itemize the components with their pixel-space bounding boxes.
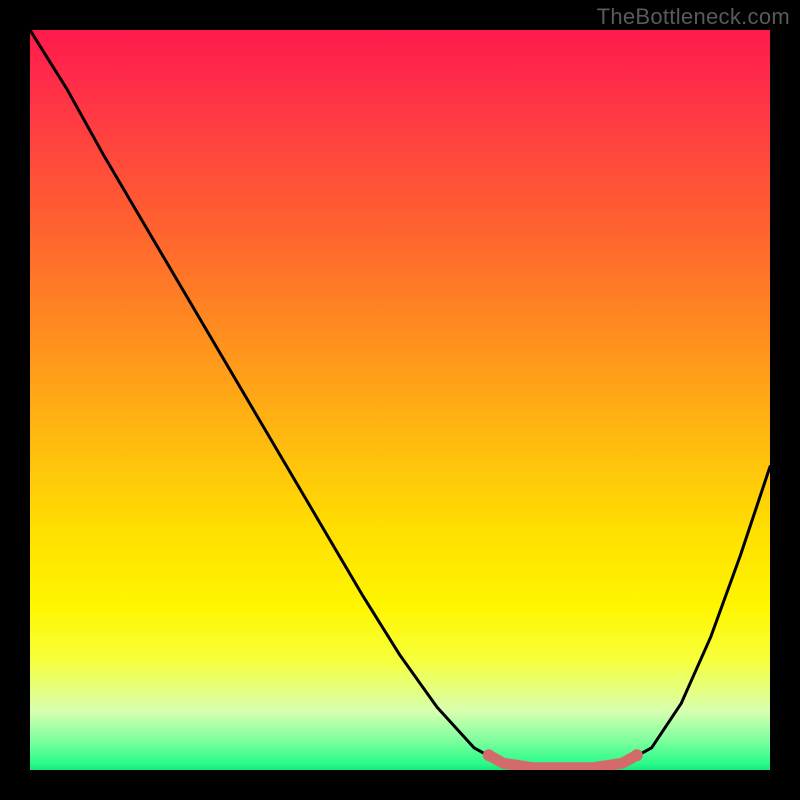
plot-area — [30, 30, 770, 770]
watermark-text: TheBottleneck.com — [597, 4, 790, 30]
highlight-dot-left — [483, 749, 495, 761]
highlight-segment — [489, 755, 637, 768]
highlight-dot-right — [631, 749, 643, 761]
chart-frame: TheBottleneck.com — [0, 0, 800, 800]
chart-svg — [30, 30, 770, 770]
bottleneck-curve — [30, 30, 770, 770]
